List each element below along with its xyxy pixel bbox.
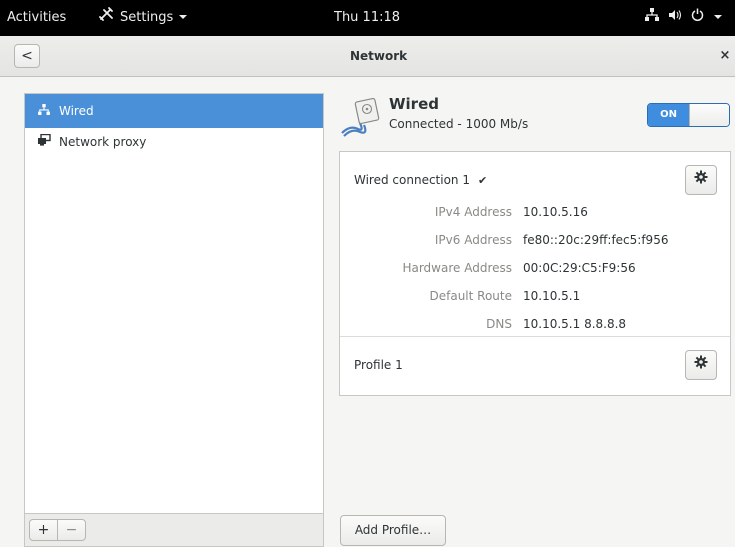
detail-label: IPv4 Address bbox=[434, 205, 512, 219]
detail-row-hardware-address: Hardware Address 00:0C:29:C5:F9:56 bbox=[340, 261, 730, 283]
detail-value: 10.10.5.16 bbox=[523, 205, 588, 219]
sidebar-item-wired[interactable]: Wired bbox=[25, 94, 323, 128]
device-name: Wired bbox=[389, 95, 439, 113]
detail-row-default-route: Default Route 10.10.5.1 bbox=[340, 289, 730, 311]
detail-value: 00:0C:29:C5:F9:56 bbox=[523, 261, 636, 275]
add-connection-button[interactable]: + bbox=[29, 519, 58, 541]
sidebar-item-label: Wired bbox=[59, 104, 94, 118]
detail-value: 10.10.5.1 bbox=[523, 289, 581, 303]
volume-icon bbox=[668, 0, 682, 36]
settings-tools-icon bbox=[99, 0, 115, 36]
gear-icon bbox=[694, 170, 708, 188]
power-icon bbox=[691, 0, 704, 36]
top-bar: Activities Settings Thu 11:18 bbox=[0, 0, 735, 36]
ethernet-cable-icon bbox=[340, 95, 386, 137]
connection-settings-button[interactable] bbox=[685, 165, 717, 195]
checkmark-icon: ✔ bbox=[478, 174, 488, 187]
sidebar-item-network-proxy[interactable]: Network proxy bbox=[25, 128, 323, 156]
network-proxy-icon bbox=[37, 128, 51, 156]
device-list: Wired Network proxy + − bbox=[24, 93, 324, 547]
clock[interactable]: Thu 11:18 bbox=[334, 0, 400, 36]
detail-value: fe80::20c:29ff:fec5:f956 bbox=[523, 233, 669, 247]
app-menu[interactable]: Settings bbox=[99, 0, 188, 36]
gear-icon bbox=[694, 355, 708, 373]
close-button[interactable]: × bbox=[718, 47, 732, 65]
add-profile-button[interactable]: Add Profile… bbox=[340, 515, 446, 546]
connection-name-label: Wired connection 1 bbox=[354, 173, 470, 187]
chevron-down-icon bbox=[713, 0, 723, 36]
network-wired-icon bbox=[37, 94, 51, 128]
device-header: Wired Connected - 1000 Mb/s ON bbox=[340, 93, 730, 138]
switch-knob bbox=[689, 104, 729, 126]
chevron-down-icon bbox=[178, 0, 188, 36]
detail-label: DNS bbox=[486, 317, 512, 331]
window-title: Network bbox=[350, 49, 408, 63]
switch-on-label: ON bbox=[648, 104, 689, 126]
sidebar-toolbar: + − bbox=[25, 513, 323, 546]
wired-toggle-switch[interactable]: ON bbox=[647, 103, 730, 127]
profile-row: Profile 1 bbox=[340, 337, 730, 395]
connection-name: Wired connection 1 ✔ bbox=[354, 173, 487, 187]
back-button[interactable]: < bbox=[14, 44, 40, 68]
device-status: Connected - 1000 Mb/s bbox=[389, 117, 529, 131]
profile-settings-button[interactable] bbox=[685, 350, 717, 380]
system-tray[interactable] bbox=[645, 0, 723, 36]
detail-value: 10.10.5.1 8.8.8.8 bbox=[523, 317, 627, 331]
connection-row: Wired connection 1 ✔ IPv4 Address 10.10.5… bbox=[340, 152, 730, 337]
header-bar: < Network × bbox=[0, 36, 735, 77]
app-menu-label: Settings bbox=[120, 10, 174, 25]
detail-row-ipv6: IPv6 Address fe80::20c:29ff:fec5:f956 bbox=[340, 233, 730, 255]
profile-name: Profile 1 bbox=[354, 358, 403, 372]
detail-label: Hardware Address bbox=[402, 261, 512, 275]
detail-row-ipv4: IPv4 Address 10.10.5.16 bbox=[340, 205, 730, 227]
connection-frame: Wired connection 1 ✔ IPv4 Address 10.10.5… bbox=[339, 151, 731, 396]
sidebar-item-label: Network proxy bbox=[59, 135, 147, 149]
network-wired-icon bbox=[645, 0, 659, 36]
detail-label: IPv6 Address bbox=[434, 233, 512, 247]
content-area: Wired Network proxy + − Wired Connected … bbox=[0, 77, 735, 547]
detail-label: Default Route bbox=[429, 289, 513, 303]
activities-button[interactable]: Activities bbox=[7, 0, 66, 36]
remove-connection-button[interactable]: − bbox=[57, 519, 86, 541]
